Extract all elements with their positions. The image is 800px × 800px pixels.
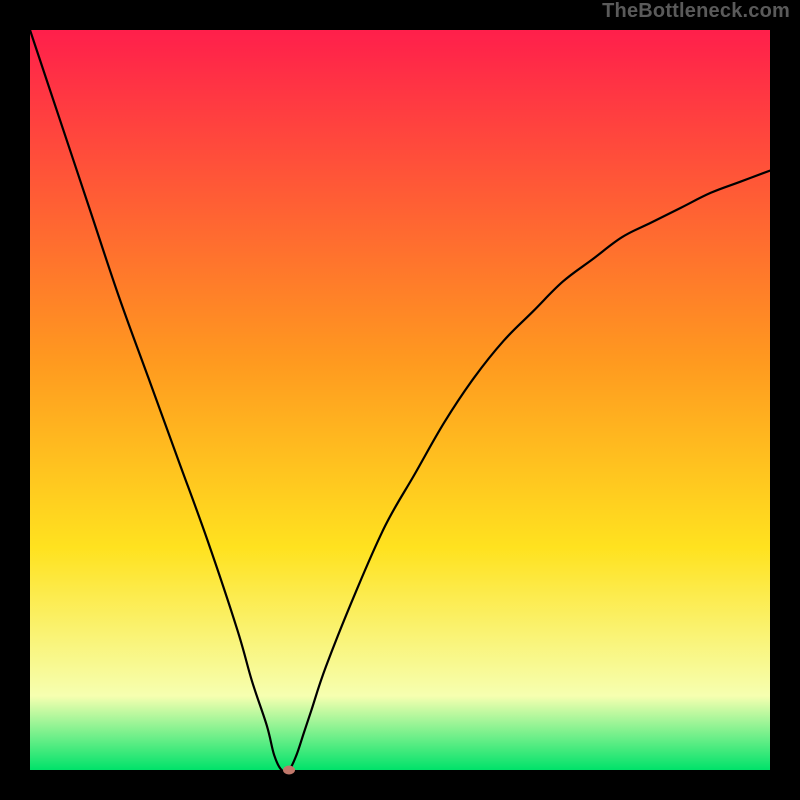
frame-left [0,0,30,800]
plot-gradient [30,30,770,770]
watermark-text: TheBottleneck.com [602,0,790,23]
frame-bottom [0,770,800,800]
optimal-point-marker [283,766,295,775]
chart-container: { "watermark": "TheBottleneck.com", "col… [0,0,800,800]
bottleneck-chart [0,0,800,800]
frame-right [770,0,800,800]
